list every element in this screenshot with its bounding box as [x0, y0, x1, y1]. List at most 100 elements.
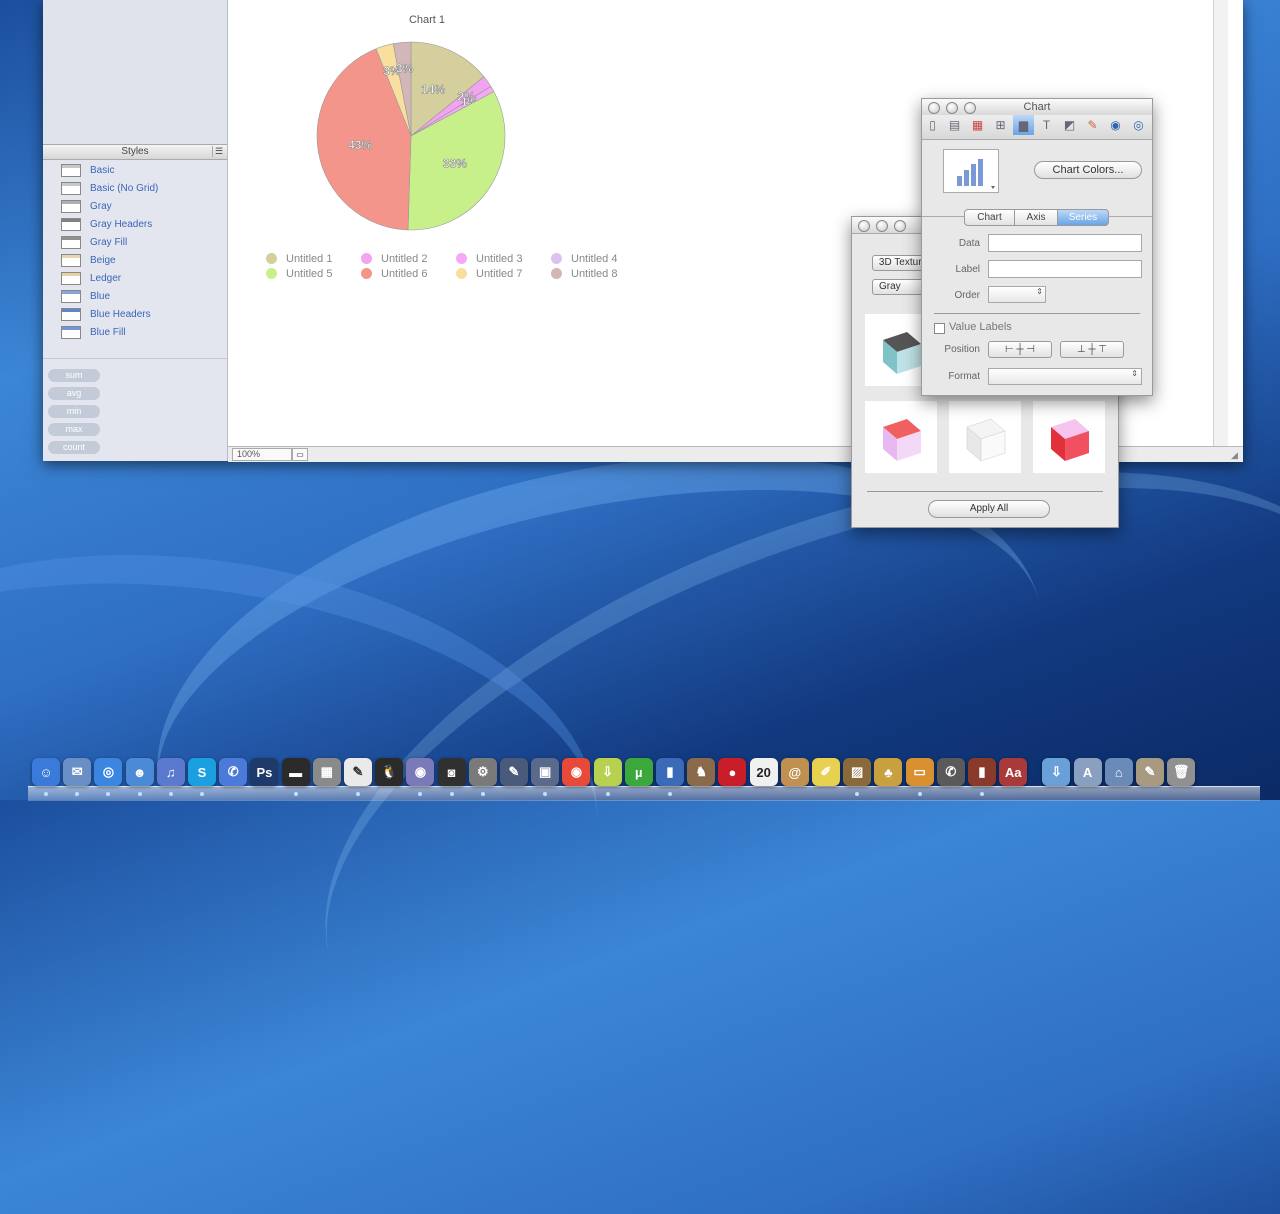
chart-colors-button[interactable]: Chart Colors... [1034, 161, 1142, 179]
styles-menu-icon[interactable]: ☰ [212, 146, 225, 157]
dock-ichat-av-icon[interactable]: ✆ [219, 758, 248, 786]
chart-inspector-icon[interactable]: ▆ [1013, 115, 1034, 135]
style-item[interactable]: Beige [61, 252, 116, 268]
order-stepper[interactable]: ⇕ [988, 286, 1046, 303]
texture-swatch-3[interactable] [949, 401, 1021, 473]
style-label: Blue Fill [90, 326, 126, 338]
dock-itunes-icon[interactable]: ♫ [156, 758, 185, 786]
dock-preview-icon[interactable]: ✉ [63, 758, 92, 786]
legend-item[interactable]: Untitled 1 [266, 251, 332, 266]
dock-textedit-icon[interactable]: ✎ [344, 758, 372, 786]
format-select[interactable]: ⇕ [988, 368, 1142, 385]
legend-item[interactable]: Untitled 8 [551, 266, 617, 281]
resize-grip-icon[interactable]: ◢ [1231, 450, 1241, 460]
style-item[interactable]: Gray Headers [61, 216, 152, 232]
table-inspector-icon[interactable]: ▦ [967, 115, 988, 135]
document-inspector-icon[interactable]: ▯ [922, 115, 943, 135]
chart-type-button[interactable] [943, 149, 999, 193]
dock-chrome-icon[interactable]: ◉ [562, 758, 591, 786]
dock-ical-icon[interactable]: 20 [749, 758, 778, 786]
chart-legend[interactable]: Untitled 1 Untitled 2 Untitled 3 Untitled 4… [266, 251, 686, 285]
legend-item[interactable]: Untitled 3 [456, 251, 522, 266]
pie-chart[interactable]: 14%2%1%33%43%3%3% [313, 40, 513, 236]
data-field[interactable] [988, 234, 1142, 252]
style-item[interactable]: Gray [61, 198, 112, 214]
style-item[interactable]: Blue [61, 288, 110, 304]
style-item[interactable]: Basic (No Grid) [61, 180, 158, 196]
apply-all-button[interactable]: Apply All [928, 500, 1050, 518]
zoom-button[interactable] [894, 220, 906, 232]
texture-swatch-2[interactable] [865, 401, 937, 473]
dock-photoshop-icon[interactable]: Ps [250, 758, 279, 786]
dock-ichat-icon[interactable]: ☻ [125, 758, 154, 786]
quicktime-inspector-icon[interactable]: ◎ [1128, 115, 1149, 135]
close-button[interactable] [858, 220, 870, 232]
page-view-icon[interactable]: ▭ [292, 448, 308, 461]
position-vertical-control[interactable]: ⊥ ┼ ⊤ [1060, 341, 1124, 358]
legend-item[interactable]: Untitled 6 [361, 266, 427, 281]
dock-finder-icon[interactable]: ☺ [32, 758, 60, 786]
tab-chart[interactable]: Chart [964, 209, 1015, 226]
dock-keynote-icon[interactable]: ▭ [905, 758, 934, 786]
dock-pinata-icon[interactable]: ♣ [874, 758, 903, 786]
dock-safari-icon[interactable]: ◎ [94, 758, 123, 786]
dock-address-book-icon[interactable]: @ [780, 758, 809, 786]
legend-item[interactable]: Untitled 7 [456, 266, 522, 281]
formula-max-pill[interactable]: max [48, 423, 100, 436]
legend-item[interactable]: Untitled 5 [266, 266, 332, 281]
cells-inspector-icon[interactable]: ⊞ [990, 115, 1011, 135]
dock-skype-icon[interactable]: S [188, 758, 216, 786]
dock-dictionary-icon[interactable]: Aa [999, 758, 1028, 786]
dock-adium-icon[interactable]: 🐧 [375, 758, 404, 786]
dock-numbers-icon[interactable]: ▮ [656, 758, 684, 786]
stepper-arrows-icon[interactable]: ⇕ [1036, 287, 1043, 296]
value-labels-checkbox[interactable] [934, 323, 945, 334]
minimize-button[interactable] [876, 220, 888, 232]
dock-system-preferences-icon[interactable]: ⚙ [468, 758, 497, 786]
formula-count-pill[interactable]: count [48, 441, 100, 454]
dock-trash-icon[interactable]: 🗑 [1167, 758, 1196, 786]
dock-chess-icon[interactable]: ♞ [687, 758, 716, 786]
dock-stickies-icon[interactable]: ✐ [812, 758, 840, 786]
dock-transmission-icon[interactable]: ⇩ [593, 758, 622, 786]
legend-item[interactable]: Untitled 4 [551, 251, 617, 266]
dock-script-editor-icon[interactable]: ✎ [500, 758, 528, 786]
inspector-titlebar[interactable]: Chart [922, 99, 1152, 116]
tab-series[interactable]: Series [1057, 209, 1109, 226]
dock-calculator-icon[interactable]: ▦ [312, 758, 341, 786]
style-item[interactable]: Blue Headers [61, 306, 151, 322]
dock-documents-icon[interactable]: ✎ [1136, 758, 1164, 786]
label-field[interactable] [988, 260, 1142, 278]
dock-image-capture-icon[interactable]: ✆ [936, 758, 965, 786]
position-horizontal-control[interactable]: ⊢ ┼ ⊣ [988, 341, 1052, 358]
dock-utorrent-icon[interactable]: µ [624, 758, 653, 786]
formula-sum-pill[interactable]: sum [48, 369, 100, 382]
style-item[interactable]: Ledger [61, 270, 121, 286]
tab-axis[interactable]: Axis [1014, 209, 1058, 226]
dock-aperture-icon[interactable]: ◙ [437, 758, 466, 786]
dock-vmware-fusion-icon[interactable]: ▣ [531, 758, 560, 786]
text-inspector-icon[interactable]: T [1036, 115, 1057, 135]
dock-iphoto-icon[interactable]: ▨ [843, 758, 872, 786]
formula-avg-pill[interactable]: avg [48, 387, 100, 400]
style-item[interactable]: Basic [61, 162, 114, 178]
sheet-inspector-icon[interactable]: ▤ [944, 115, 965, 135]
dock-downloads-icon[interactable]: ⇩ [1042, 758, 1071, 786]
dock-activity-monitor-icon[interactable]: ▬ [281, 758, 310, 786]
metrics-inspector-icon[interactable]: ✎ [1082, 115, 1103, 135]
dock-applications-icon[interactable]: A [1073, 758, 1102, 786]
texture-swatch-4[interactable] [1033, 401, 1105, 473]
formula-min-pill[interactable]: min [48, 405, 100, 418]
vertical-scrollbar[interactable] [1213, 0, 1228, 446]
dock-instruments-icon[interactable]: ◉ [406, 758, 435, 786]
graphic-inspector-icon[interactable]: ◩ [1059, 115, 1080, 135]
style-item[interactable]: Gray Fill [61, 234, 127, 250]
legend-item[interactable]: Untitled 2 [361, 251, 427, 266]
dock-home-icon[interactable]: ⌂ [1104, 758, 1133, 786]
zoom-select[interactable]: 100% [232, 448, 292, 461]
dock-tuneup-icon[interactable]: ● [718, 758, 747, 786]
style-item[interactable]: Blue Fill [61, 324, 126, 340]
chart-title[interactable]: Chart 1 [397, 14, 457, 26]
hyperlink-inspector-icon[interactable]: ◉ [1105, 115, 1126, 135]
dock-imovie-icon[interactable]: ▮ [968, 758, 996, 786]
